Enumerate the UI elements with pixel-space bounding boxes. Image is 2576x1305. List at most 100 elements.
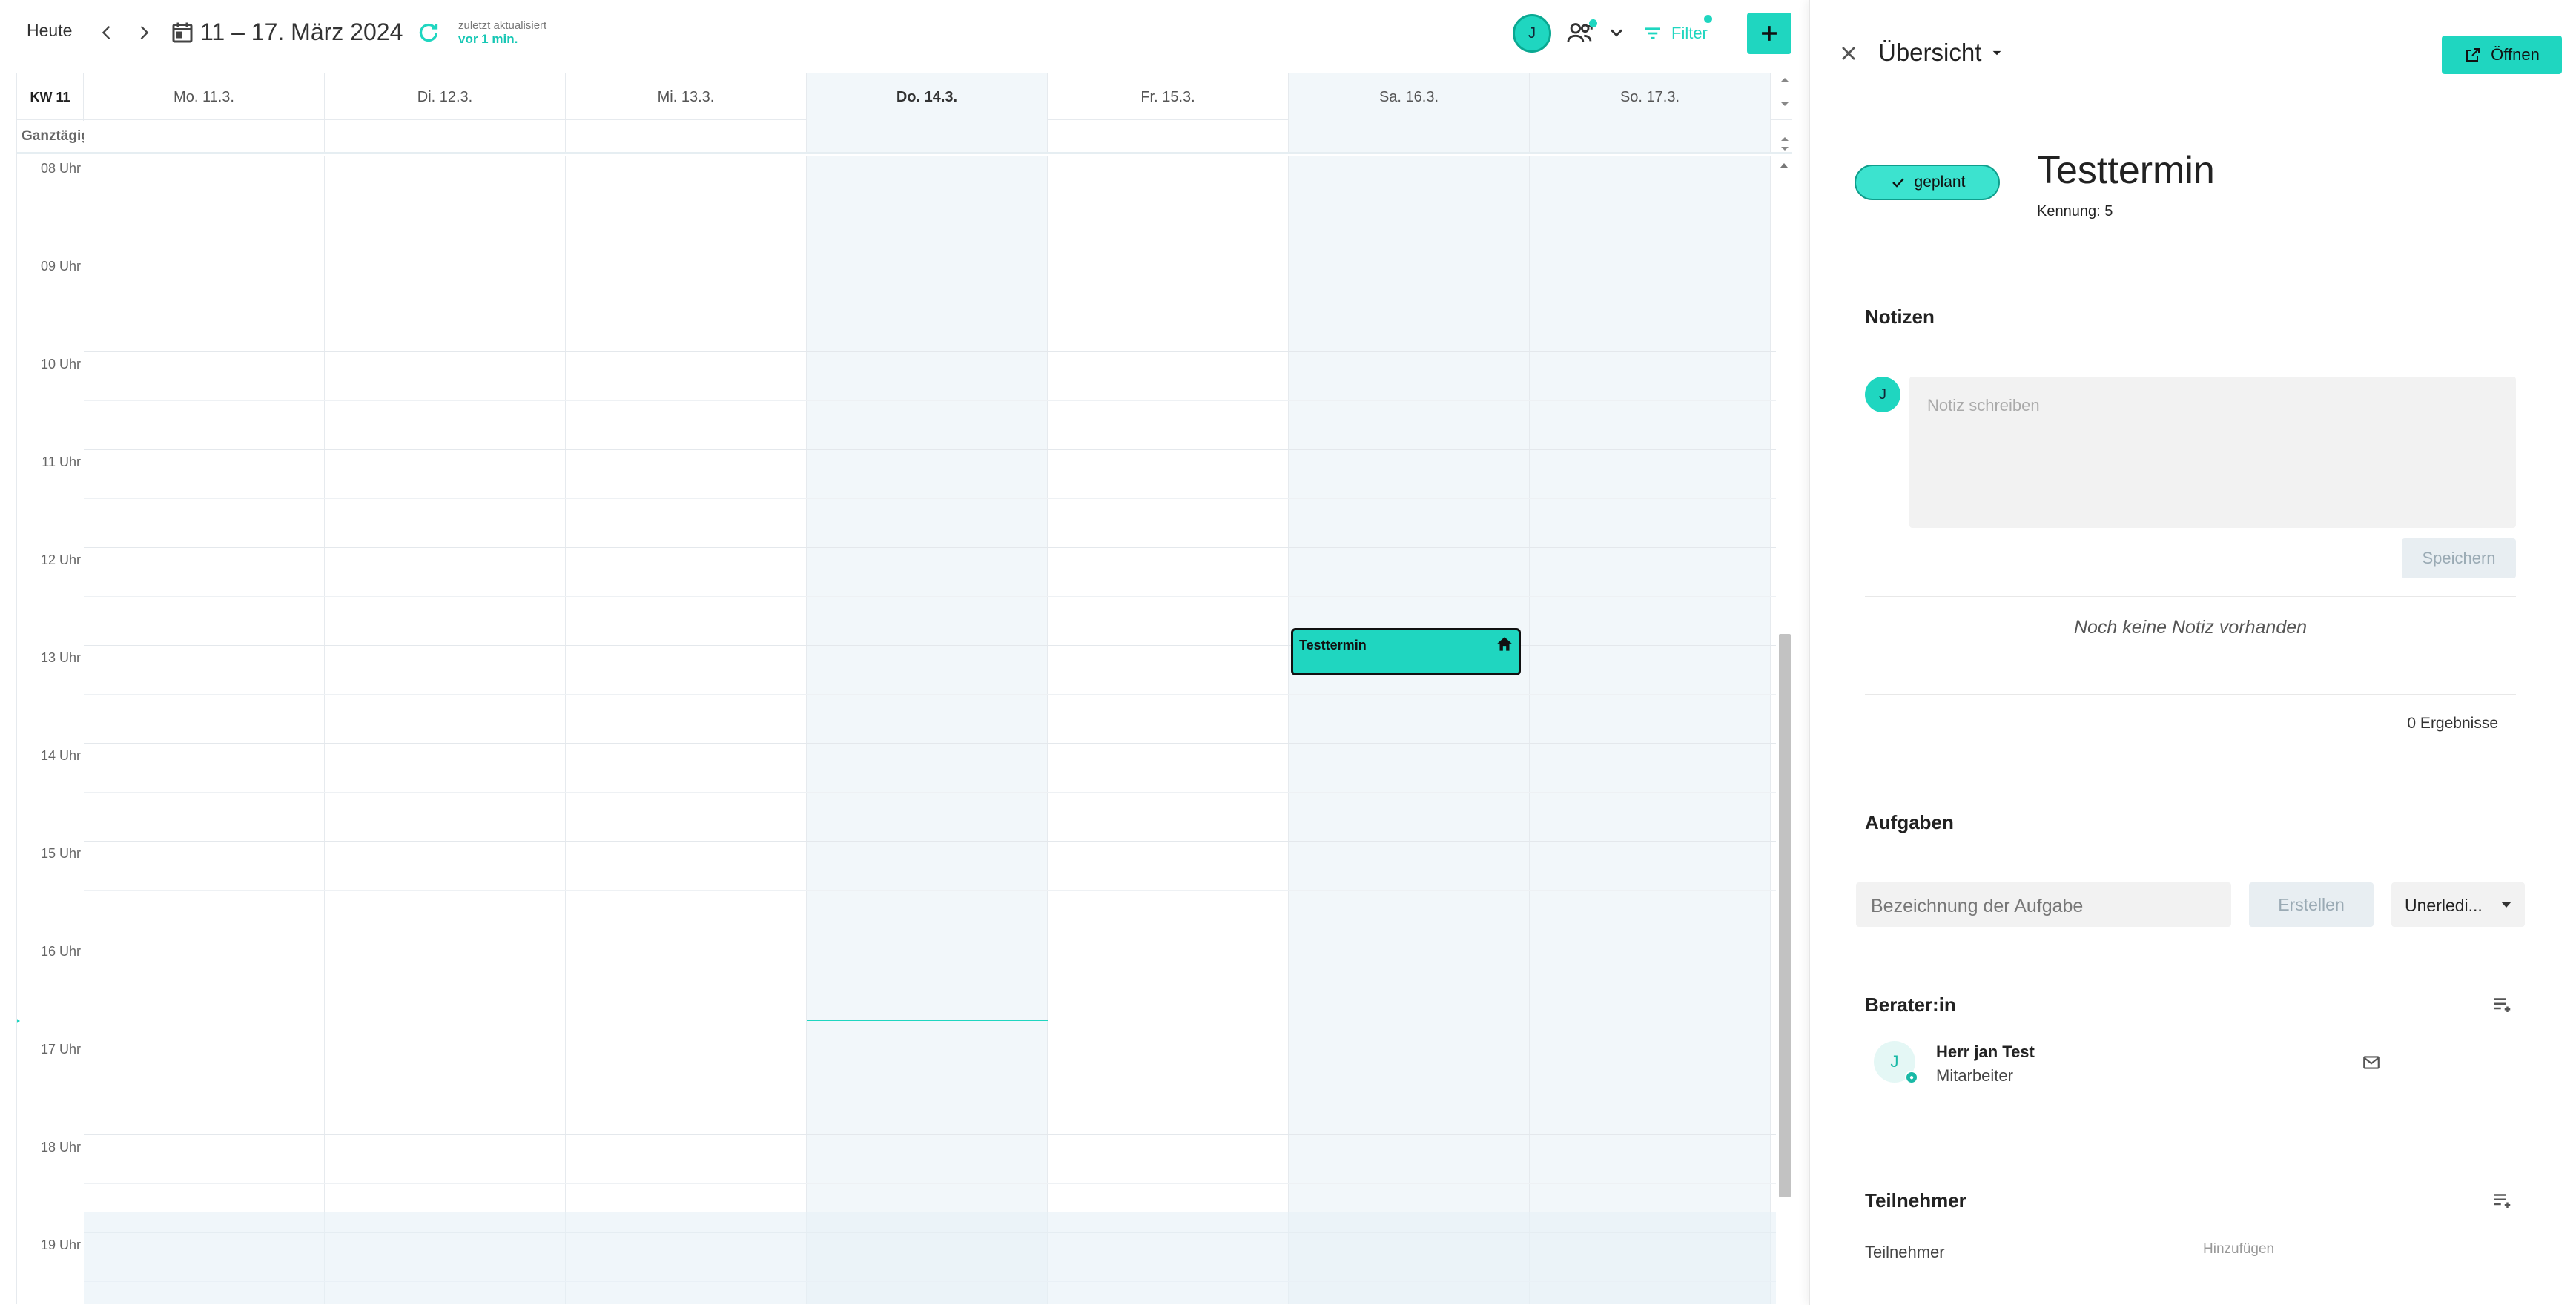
task-status-value: Unerledi... bbox=[2405, 896, 2483, 915]
close-icon[interactable] bbox=[1837, 42, 1860, 65]
day-column[interactable] bbox=[566, 156, 807, 1304]
day-header[interactable]: Di. 12.3. bbox=[325, 73, 566, 121]
today-button[interactable]: Heute bbox=[27, 21, 72, 41]
calendar-event[interactable]: Testtermin bbox=[1291, 628, 1521, 675]
day-header[interactable]: Mo. 11.3. bbox=[84, 73, 325, 121]
note-author-avatar: J bbox=[1865, 377, 1900, 412]
add-participant-link[interactable]: Hinzufügen bbox=[2203, 1241, 2274, 1258]
tasks-section-title: Aufgaben bbox=[1865, 811, 1954, 833]
team-selector-button[interactable] bbox=[1566, 19, 1599, 47]
chevron-down-icon[interactable] bbox=[1606, 22, 1627, 43]
day-column[interactable] bbox=[1530, 156, 1771, 1304]
half-hour-gridline bbox=[84, 1183, 1776, 1184]
current-time-line bbox=[807, 1020, 1048, 1021]
day-header[interactable]: Sa. 16.3. bbox=[1289, 73, 1530, 121]
hour-gridline bbox=[84, 547, 1776, 548]
hour-label: 14 Uhr bbox=[40, 748, 81, 763]
view-selector[interactable]: Übersicht bbox=[1878, 39, 2007, 67]
calendar-toolbar: Heute 11 – 17. März 2024 zuletzt aktuali… bbox=[0, 0, 1809, 67]
day-column[interactable] bbox=[325, 156, 566, 1304]
half-hour-gridline bbox=[84, 792, 1776, 793]
task-name-input[interactable]: Bezeichnung der Aufgabe bbox=[1856, 882, 2231, 927]
week-number: KW 11 bbox=[17, 73, 84, 121]
hour-label: 09 Uhr bbox=[40, 259, 81, 274]
hour-label: 13 Uhr bbox=[40, 650, 81, 665]
open-external-icon bbox=[2466, 48, 2480, 62]
day-column[interactable] bbox=[1048, 156, 1289, 1304]
allday-cell[interactable] bbox=[325, 120, 566, 152]
allday-row: Ganztägig bbox=[17, 120, 1792, 154]
hour-gridline bbox=[84, 1134, 1776, 1135]
refresh-icon[interactable] bbox=[415, 19, 442, 46]
day-column[interactable] bbox=[1289, 156, 1530, 1304]
view-title: Übersicht bbox=[1878, 39, 1982, 66]
calendar-icon[interactable] bbox=[169, 19, 196, 46]
advisor-section-title: Berater:in bbox=[1865, 994, 1956, 1016]
save-note-button[interactable]: Speichern bbox=[2402, 538, 2516, 578]
prev-week-button[interactable] bbox=[92, 18, 122, 47]
hour-label: 12 Uhr bbox=[40, 552, 81, 567]
team-indicator-dot bbox=[1589, 19, 1597, 27]
half-hour-gridline bbox=[84, 890, 1776, 891]
hour-label: 10 Uhr bbox=[40, 357, 81, 371]
hour-gridline bbox=[84, 743, 1776, 744]
scroll-up-arrow-icon[interactable] bbox=[1779, 160, 1789, 171]
filter-label: Filter bbox=[1671, 24, 1708, 42]
allday-scroll-arrows-icon[interactable] bbox=[1777, 73, 1792, 154]
hour-label: 19 Uhr bbox=[40, 1238, 81, 1252]
hour-label: 17 Uhr bbox=[40, 1042, 81, 1057]
no-notes-message: Noch keine Notiz vorhanden bbox=[2073, 617, 2308, 638]
event-detail-panel: Übersicht Öffnen geplant Testtermin Kenn… bbox=[1809, 0, 2576, 1305]
advisor-role: Mitarbeiter bbox=[1936, 1066, 2013, 1085]
event-title: Testtermin bbox=[1299, 638, 1367, 652]
hour-label: 08 Uhr bbox=[40, 161, 81, 176]
last-updated: zuletzt aktualisiert vor 1 min. bbox=[458, 19, 546, 46]
hour-label: 15 Uhr bbox=[40, 846, 81, 861]
calendar-area: Heute 11 – 17. März 2024 zuletzt aktuali… bbox=[0, 0, 1809, 1305]
day-header[interactable]: So. 17.3. bbox=[1530, 73, 1771, 121]
note-input[interactable]: Notiz schreiben bbox=[1909, 377, 2516, 528]
day-header[interactable]: Do. 14.3. bbox=[807, 73, 1048, 121]
hour-label: 18 Uhr bbox=[40, 1140, 81, 1154]
day-column[interactable] bbox=[84, 156, 325, 1304]
allday-cell[interactable] bbox=[1530, 120, 1771, 152]
last-updated-relative: vor 1 min. bbox=[458, 32, 518, 46]
participants-label: Teilnehmer bbox=[1865, 1243, 1945, 1261]
task-status-select[interactable]: Unerledi... bbox=[2391, 882, 2525, 927]
add-event-button[interactable] bbox=[1747, 13, 1791, 54]
day-column[interactable] bbox=[807, 156, 1048, 1304]
date-range-title[interactable]: 11 – 17. März 2024 bbox=[200, 19, 403, 46]
current-time-marker bbox=[17, 1016, 20, 1026]
day-header[interactable]: Fr. 15.3. bbox=[1048, 73, 1289, 121]
allday-cell[interactable] bbox=[84, 120, 325, 152]
user-avatar[interactable]: J bbox=[1513, 14, 1551, 53]
allday-cell[interactable] bbox=[1048, 120, 1289, 152]
home-icon bbox=[1497, 637, 1512, 651]
chevron-left-icon bbox=[102, 26, 110, 39]
time-grid[interactable]: 08 Uhr 09 Uhr 10 Uhr 11 Uhr 12 Uhr 13 Uhr 14 U… bbox=[17, 156, 1792, 1304]
half-hour-gridline bbox=[84, 694, 1776, 695]
vertical-scrollbar[interactable] bbox=[1776, 156, 1792, 1304]
hour-gridline bbox=[84, 449, 1776, 450]
allday-cell[interactable] bbox=[566, 120, 807, 152]
half-hour-gridline bbox=[84, 596, 1776, 597]
half-hour-gridline bbox=[84, 400, 1776, 401]
filter-button[interactable]: Filter bbox=[1642, 15, 1712, 47]
day-header[interactable]: Mi. 13.3. bbox=[566, 73, 807, 121]
scrollbar-thumb[interactable] bbox=[1779, 634, 1791, 1197]
open-button[interactable]: Öffnen bbox=[2442, 36, 2562, 74]
create-task-button[interactable]: Erstellen bbox=[2249, 882, 2374, 927]
plus-icon bbox=[1762, 26, 1777, 41]
caret-down-icon bbox=[1992, 50, 2001, 56]
notes-section-title: Notizen bbox=[1865, 305, 1935, 328]
mail-icon[interactable] bbox=[2362, 1053, 2381, 1072]
allday-cell[interactable] bbox=[807, 120, 1048, 152]
hour-gridline bbox=[84, 645, 1776, 646]
status-badge[interactable]: geplant bbox=[1855, 165, 2000, 200]
add-participant-icon[interactable] bbox=[2491, 1189, 2513, 1212]
allday-label: Ganztägig bbox=[22, 128, 84, 144]
allday-cell[interactable] bbox=[1289, 120, 1530, 152]
next-week-button[interactable] bbox=[129, 18, 159, 47]
advisor-name: Herr jan Test bbox=[1936, 1043, 2035, 1061]
add-advisor-icon[interactable] bbox=[2491, 994, 2513, 1016]
